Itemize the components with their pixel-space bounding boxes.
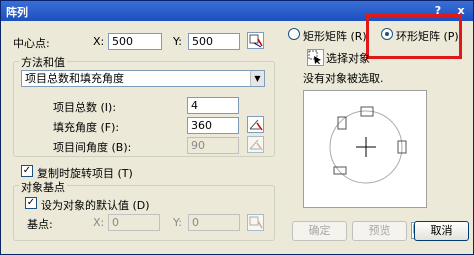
rotate-items-checkbox[interactable]: ✓ — [21, 165, 33, 177]
between-angle-input: 90 — [187, 137, 239, 154]
center-y-label: Y: — [173, 35, 182, 48]
base-point-label: 基点: — [27, 218, 53, 231]
method-select-value: 项目总数和填充角度 — [25, 72, 124, 85]
rect-array-radio[interactable] — [288, 28, 300, 40]
base-y-label: Y: — [173, 216, 182, 229]
pick-angle-icon — [249, 139, 263, 151]
total-items-input[interactable]: 4 — [187, 97, 239, 114]
dialog-title: 阵列 — [6, 6, 28, 19]
pick-fill-angle-button[interactable] — [247, 116, 264, 133]
center-x-input[interactable]: 500 — [108, 33, 162, 50]
select-objects-label: 选择对象 — [326, 52, 370, 65]
center-x-label: X: — [93, 35, 105, 48]
pick-point-icon — [249, 34, 263, 48]
pick-angle-icon — [249, 119, 263, 131]
base-y-input: 0 — [188, 214, 240, 231]
select-objects-button[interactable] — [307, 49, 324, 66]
preview-button[interactable]: 预览 — [352, 221, 407, 241]
center-y-input[interactable]: 500 — [188, 33, 240, 50]
select-objects-icon — [308, 50, 321, 64]
between-angle-label: 项目间角度 (B): — [53, 141, 132, 154]
base-point-group-label: 对象基点 — [19, 179, 67, 195]
center-point-label: 中心点: — [13, 37, 50, 50]
pick-base-point-button — [247, 214, 264, 231]
rect-array-label: 矩形矩阵 (R) — [303, 30, 367, 43]
array-dialog: 阵列 ? x 中心点: X: 500 Y: 500 方法和值 项目总数和填充角度… — [0, 0, 474, 255]
base-x-input: 0 — [108, 214, 160, 231]
polar-array-preview-graphic — [329, 106, 407, 184]
fill-angle-label: 填充角度 (F): — [53, 121, 120, 134]
highlight-box — [366, 14, 462, 59]
pick-point-icon — [249, 216, 263, 229]
chevron-down-icon: ▼ — [250, 71, 264, 86]
total-items-label: 项目总数 (I): — [53, 101, 117, 114]
selection-status: 没有对象被选取. — [303, 72, 384, 85]
base-x-label: X: — [93, 216, 105, 229]
ok-button[interactable]: 确定 — [292, 221, 347, 241]
default-base-checkbox[interactable]: ✓ — [25, 197, 37, 209]
pick-center-point-button[interactable] — [247, 32, 264, 49]
method-select[interactable]: 项目总数和填充角度 ▼ — [21, 70, 265, 87]
method-group-label: 方法和值 — [19, 54, 67, 70]
array-preview — [303, 90, 427, 208]
pick-between-angle-button — [247, 136, 264, 153]
fill-angle-input[interactable]: 360 — [187, 117, 239, 134]
default-base-label: 设为对象的默认值 (D) — [41, 199, 150, 212]
cancel-button[interactable]: 取消 — [414, 221, 469, 241]
